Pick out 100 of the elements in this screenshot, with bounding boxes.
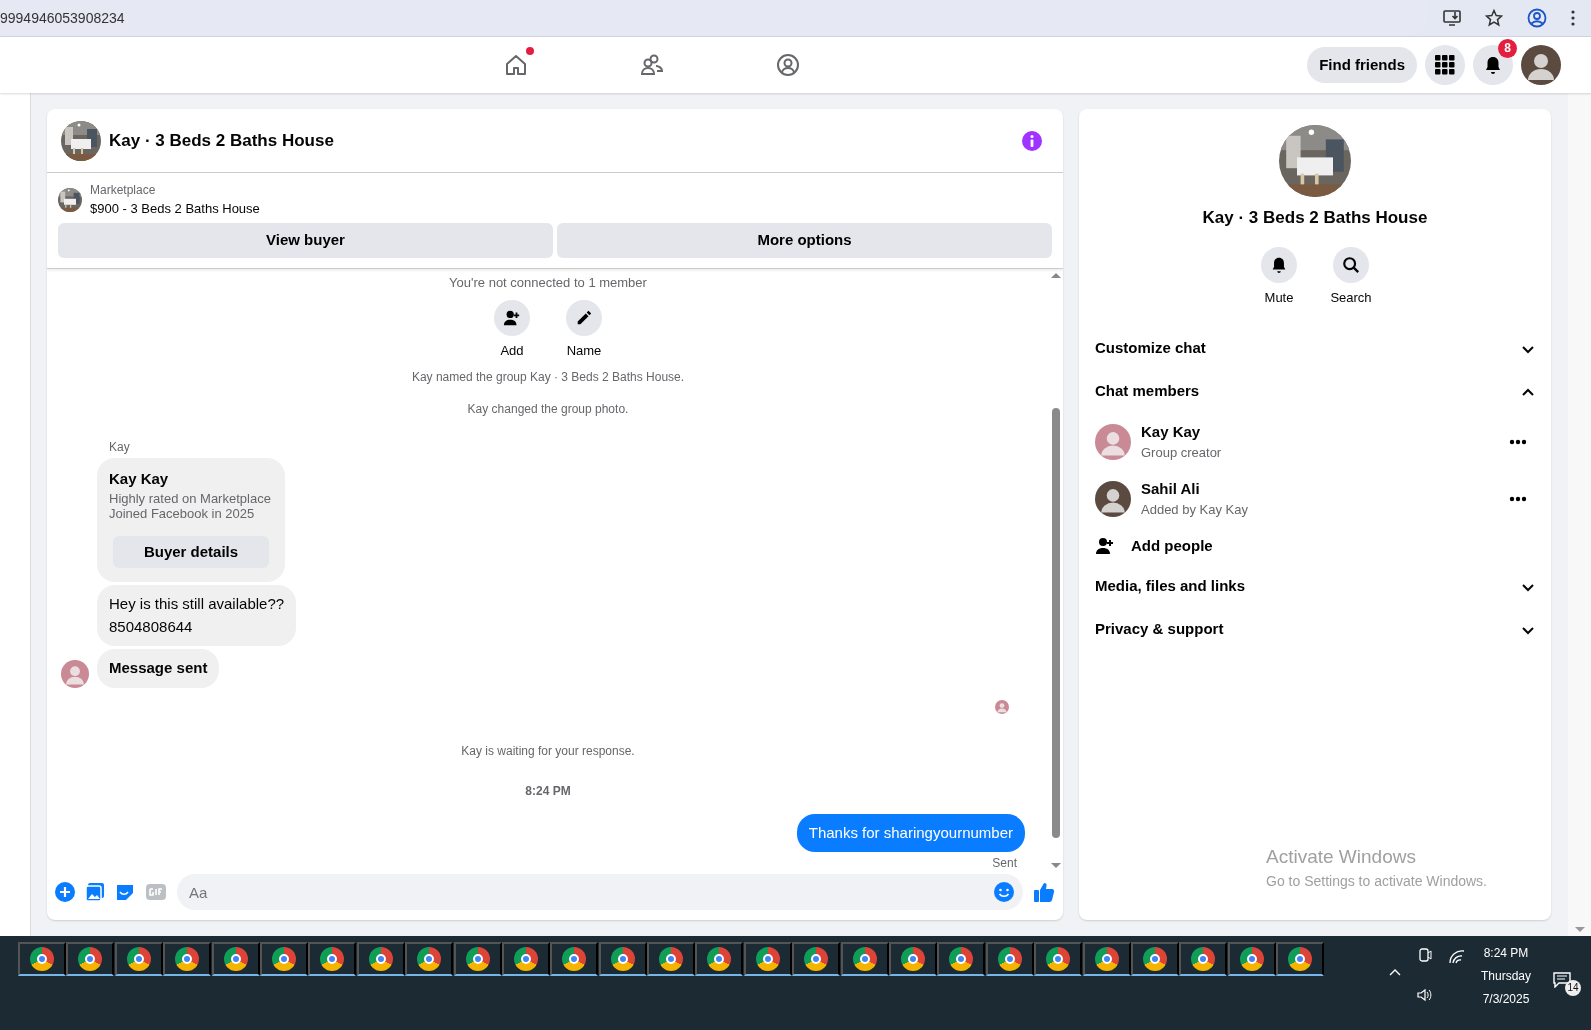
thumbs-up-icon[interactable] bbox=[1033, 881, 1055, 903]
taskbar-app[interactable] bbox=[1227, 942, 1276, 976]
card-detail: Highly rated on Marketplace bbox=[109, 490, 272, 507]
star-icon[interactable] bbox=[1485, 9, 1503, 27]
browser-icon bbox=[175, 947, 200, 971]
taskbar-app[interactable] bbox=[1034, 942, 1083, 976]
browser-icon bbox=[659, 947, 684, 971]
action-button[interactable]: View buyer bbox=[58, 222, 553, 258]
browser-icon bbox=[368, 947, 393, 971]
action-label: Add bbox=[500, 342, 524, 360]
chat-title: Kay · 3 Beds 2 Baths House bbox=[109, 129, 335, 152]
browser-icon bbox=[610, 947, 635, 971]
meeting-icon[interactable] bbox=[1417, 948, 1432, 962]
section-header[interactable]: Privacy & support bbox=[1095, 608, 1535, 651]
add-people-button[interactable]: Add people bbox=[1095, 527, 1213, 565]
system-message: Kay named the group Kay · 3 Beds 2 Baths House. bbox=[410, 369, 686, 387]
sender-name: Kay bbox=[109, 439, 131, 457]
buyer-details-button[interactable]: Buyer details bbox=[113, 536, 269, 568]
action-label: Mute bbox=[1264, 288, 1294, 307]
taskbar-app[interactable] bbox=[695, 942, 744, 976]
card-detail: Joined Facebook in 2025 bbox=[109, 506, 256, 522]
taskbar-app[interactable] bbox=[647, 942, 696, 976]
action-button[interactable] bbox=[566, 300, 602, 336]
section-header[interactable]: Media, files and links bbox=[1095, 565, 1535, 608]
action-button[interactable]: More options bbox=[557, 222, 1052, 258]
account-button[interactable] bbox=[1521, 45, 1561, 85]
system-message: Kay is waiting for your response. bbox=[460, 742, 636, 760]
system-message: Kay changed the group photo. bbox=[466, 401, 630, 419]
taskbar-app[interactable] bbox=[405, 942, 454, 976]
browser-icon bbox=[320, 947, 345, 971]
browser-icon bbox=[1191, 947, 1216, 971]
info-icon[interactable] bbox=[1021, 129, 1043, 152]
taskbar-app[interactable] bbox=[937, 942, 986, 976]
pencil-icon bbox=[575, 309, 593, 327]
action-button[interactable] bbox=[1261, 246, 1297, 283]
action-button[interactable] bbox=[1333, 246, 1369, 283]
browser-icon bbox=[271, 947, 296, 971]
browser-icon bbox=[901, 947, 926, 971]
scrollbar[interactable] bbox=[1568, 93, 1591, 936]
bell-icon bbox=[1483, 55, 1503, 75]
notifications-button[interactable] bbox=[1473, 45, 1513, 85]
apps-menu-button[interactable] bbox=[1425, 45, 1465, 85]
read-receipt-avatar bbox=[995, 699, 1009, 714]
browser-icon bbox=[562, 947, 587, 971]
message-bubble: Thanks for sharingyournumber bbox=[796, 813, 1025, 852]
notice-text: You're not connected to 1 member bbox=[448, 273, 648, 292]
emoji-icon[interactable] bbox=[993, 881, 1015, 903]
taskbar-app[interactable] bbox=[501, 942, 550, 976]
volume-icon[interactable] bbox=[1416, 988, 1433, 1002]
browser-icon bbox=[465, 947, 490, 971]
sticker-icon[interactable] bbox=[115, 882, 135, 902]
message-bubble: Hey is this still available?? 8504808644 bbox=[97, 585, 297, 646]
listing-source: Marketplace bbox=[90, 182, 157, 199]
taskbar-app[interactable] bbox=[18, 942, 66, 976]
taskbar-app[interactable] bbox=[550, 942, 599, 976]
taskbar-app[interactable] bbox=[840, 942, 889, 976]
taskbar-app[interactable] bbox=[66, 942, 115, 976]
taskbar-app[interactable] bbox=[211, 942, 260, 976]
taskbar-app[interactable] bbox=[308, 942, 357, 976]
browser-icon bbox=[1288, 947, 1313, 971]
taskbar-app[interactable] bbox=[598, 942, 647, 976]
message-field[interactable]: Aa bbox=[177, 874, 1023, 910]
status-text: Sent bbox=[992, 855, 1017, 872]
taskbar-app[interactable] bbox=[1179, 942, 1228, 976]
profile-icon[interactable] bbox=[1527, 8, 1547, 28]
find-friends-button[interactable]: Find friends bbox=[1307, 47, 1417, 83]
taskbar-app[interactable] bbox=[1082, 942, 1131, 976]
section-header[interactable]: Customize chat bbox=[1095, 327, 1535, 370]
taskbar-app[interactable] bbox=[743, 942, 792, 976]
taskbar-app[interactable] bbox=[259, 942, 308, 976]
taskbar-app[interactable] bbox=[1276, 942, 1325, 976]
add-person-icon bbox=[503, 309, 521, 327]
member-name: Kay Kay bbox=[1141, 421, 1202, 442]
plus-icon[interactable] bbox=[55, 882, 75, 902]
taskbar-app[interactable] bbox=[453, 942, 502, 976]
taskbar-app[interactable] bbox=[985, 942, 1034, 976]
browser-icon bbox=[997, 947, 1022, 971]
install-icon[interactable] bbox=[1443, 9, 1461, 27]
home-icon bbox=[503, 52, 529, 78]
image-icon[interactable] bbox=[85, 882, 105, 902]
clock-date: 7/3/2025 bbox=[1482, 991, 1530, 1008]
taskbar-app[interactable] bbox=[1131, 942, 1179, 976]
taskbar-app[interactable] bbox=[792, 942, 841, 976]
wifi-icon[interactable] bbox=[1448, 950, 1465, 964]
clock-day: Thursday bbox=[1480, 967, 1531, 985]
taskbar-app[interactable] bbox=[356, 942, 405, 976]
browser-icon bbox=[755, 947, 780, 971]
taskbar-app[interactable] bbox=[889, 942, 938, 976]
avatar bbox=[1095, 480, 1131, 517]
more-icon[interactable] bbox=[1509, 495, 1527, 502]
browser-icon bbox=[707, 947, 732, 971]
taskbar-app[interactable] bbox=[163, 942, 212, 976]
action-button[interactable] bbox=[494, 300, 530, 336]
more-icon[interactable] bbox=[1509, 438, 1527, 445]
taskbar-app[interactable] bbox=[114, 942, 163, 976]
browser-icon bbox=[30, 947, 54, 971]
browser-icon bbox=[223, 947, 248, 971]
section-header[interactable]: Chat members bbox=[1095, 370, 1535, 413]
menu-icon[interactable] bbox=[1571, 10, 1575, 26]
message-bubble: Message sent bbox=[97, 649, 220, 688]
